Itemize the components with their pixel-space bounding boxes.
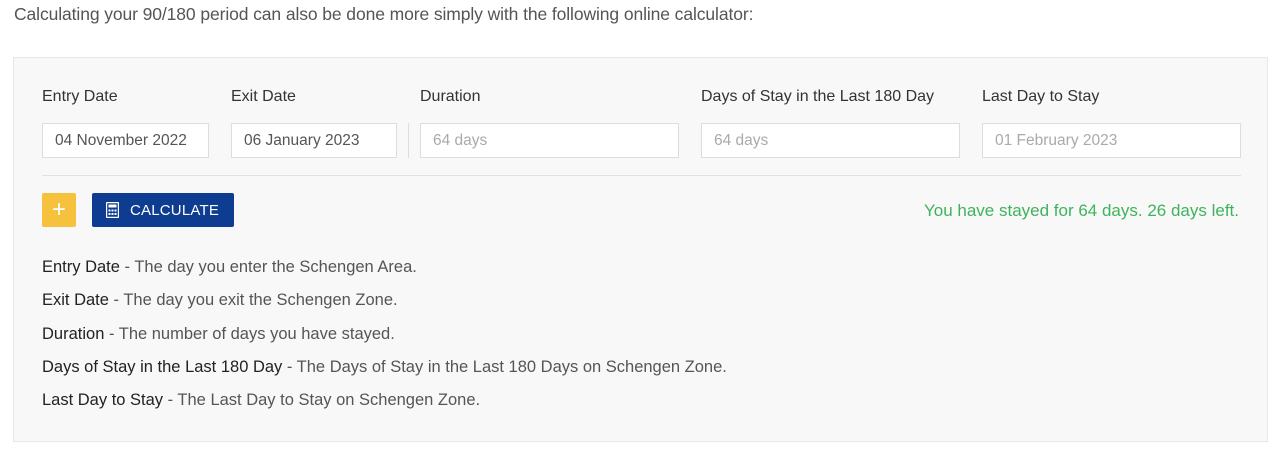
definition-term: Entry Date xyxy=(42,258,120,276)
calculate-button-label: CALCULATE xyxy=(130,201,220,219)
duration-label: Duration xyxy=(420,88,481,105)
definition-item: Entry Date - The day you enter the Schen… xyxy=(42,258,727,291)
days-of-stay-label: Days of Stay in the Last 180 Day xyxy=(701,88,935,105)
definition-term: Last Day to Stay xyxy=(42,391,164,410)
add-period-button[interactable]: + xyxy=(42,193,76,227)
definitions-list: Entry Date - The day you enter the Schen… xyxy=(42,258,727,424)
calculator-icon xyxy=(106,202,119,218)
definition-text: - The Last Day to Stay on Schengen Zone. xyxy=(163,391,481,410)
last-day-label: Last Day to Stay xyxy=(982,88,1100,105)
last-day-field xyxy=(982,123,1241,158)
definition-item: Days of Stay in the Last 180 Day - The D… xyxy=(42,358,727,391)
result-text: You have stayed for 64 days. 26 days lef… xyxy=(923,201,1239,220)
duration-field xyxy=(420,123,679,158)
divider xyxy=(42,175,1241,176)
entry-date-input[interactable] xyxy=(42,123,209,158)
definition-text: - The day you exit the Schengen Zone. xyxy=(108,291,398,310)
definition-term: Exit Date xyxy=(42,291,109,310)
days-of-stay-field xyxy=(701,123,960,158)
definition-term: Days of Stay in the Last 180 Day xyxy=(42,357,283,376)
calculator-panel: Entry Date Exit Date Duration Days of St… xyxy=(13,57,1268,442)
exit-date-input[interactable] xyxy=(231,123,397,158)
definition-item: Exit Date - The day you exit the Schenge… xyxy=(42,291,727,324)
intro-text: Calculating your 90/180 period can also … xyxy=(14,4,754,24)
entry-date-label: Entry Date xyxy=(42,88,118,105)
definition-text: - The Days of Stay in the Last 180 Days … xyxy=(282,357,727,376)
definition-text: - The number of days you have stayed. xyxy=(104,324,395,343)
calculate-button[interactable]: CALCULATE xyxy=(92,193,234,227)
definition-item: Duration - The number of days you have s… xyxy=(42,325,727,358)
exit-date-label: Exit Date xyxy=(231,88,296,105)
definition-item: Last Day to Stay - The Last Day to Stay … xyxy=(42,391,727,424)
definition-term: Duration xyxy=(42,324,105,343)
definition-text: - The day you enter the Schengen Area. xyxy=(119,258,417,276)
field-separator xyxy=(408,123,409,158)
